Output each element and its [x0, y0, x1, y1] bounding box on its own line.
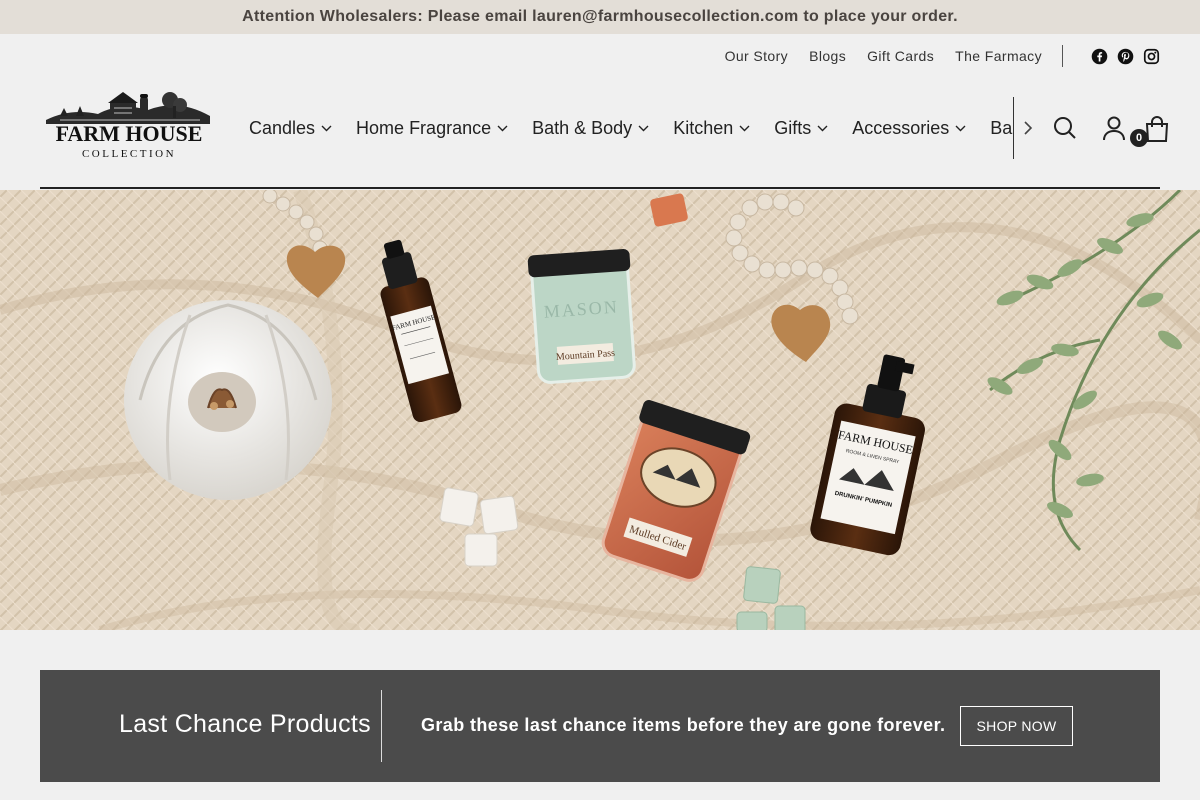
chevron-down-icon [955, 125, 966, 131]
nav-label: Baby & Kids [990, 117, 1013, 138]
util-link-gift-cards[interactable]: Gift Cards [867, 48, 934, 64]
nav-scroll-next[interactable] [1020, 118, 1036, 138]
pinterest-icon[interactable] [1117, 48, 1134, 65]
chevron-down-icon [321, 125, 332, 131]
chevron-down-icon [497, 125, 508, 131]
chevron-right-icon [1024, 121, 1033, 135]
util-link-blogs[interactable]: Blogs [809, 48, 846, 64]
nav-label: Gifts [774, 117, 812, 138]
util-divider [1062, 45, 1063, 67]
promo-text: Grab these last chance items before they… [421, 715, 946, 735]
search-icon [1054, 117, 1076, 139]
last-chance-banner: Last Chance Products Grab these last cha… [40, 670, 1160, 782]
nav-item-bath-body[interactable]: Bath & Body [532, 118, 649, 139]
announcement-bar: Attention Wholesalers: Please email laur… [0, 0, 1200, 34]
chevron-down-icon [817, 125, 828, 131]
nav-divider [1013, 97, 1014, 159]
hero-banner[interactable]: FARM HOUSE MASON Mountain Pass Mulled Ci… [0, 190, 1200, 630]
announcement-text: Attention Wholesalers: Please email laur… [242, 8, 958, 25]
nav-label: Accessories [852, 117, 950, 138]
cart-count-badge: 0 [1130, 129, 1148, 147]
account-button[interactable] [1101, 114, 1127, 142]
facebook-icon[interactable] [1091, 48, 1108, 65]
utility-nav: Our Story Blogs Gift Cards The Farmacy [725, 44, 1160, 68]
main-nav: Candles Home Fragrance Bath & Body Kitch… [249, 112, 1013, 144]
nav-item-baby-kids[interactable]: Baby & Kids [990, 118, 1013, 139]
search-button[interactable] [1052, 114, 1078, 142]
nav-label: Home Fragrance [356, 117, 492, 138]
chevron-down-icon [638, 125, 649, 131]
account-icon [1103, 116, 1125, 141]
nav-item-home-fragrance[interactable]: Home Fragrance [356, 118, 508, 139]
instagram-icon[interactable] [1143, 48, 1160, 65]
header-divider [40, 187, 1160, 189]
nav-label: Bath & Body [532, 117, 633, 138]
util-link-our-story[interactable]: Our Story [725, 48, 789, 64]
promo-divider [381, 690, 382, 762]
logo-title: FARM HOUSE [56, 121, 203, 146]
hero-image: FARM HOUSE MASON Mountain Pass Mulled Ci… [0, 190, 1200, 630]
nav-label: Candles [249, 117, 316, 138]
promo-title: Last Chance Products [119, 710, 371, 738]
nav-item-candles[interactable]: Candles [249, 118, 332, 139]
nav-item-accessories[interactable]: Accessories [852, 118, 966, 139]
nav-item-kitchen[interactable]: Kitchen [673, 118, 750, 139]
logo-subtitle: COLLECTION [82, 148, 176, 160]
chevron-down-icon [739, 125, 750, 131]
nav-item-gifts[interactable]: Gifts [774, 118, 828, 139]
nav-label: Kitchen [673, 117, 734, 138]
farmhouse-logo[interactable]: FARM HOUSE COLLECTION [40, 86, 218, 160]
shop-now-button[interactable]: SHOP NOW [960, 706, 1073, 746]
util-link-the-farmacy[interactable]: The Farmacy [955, 48, 1042, 64]
